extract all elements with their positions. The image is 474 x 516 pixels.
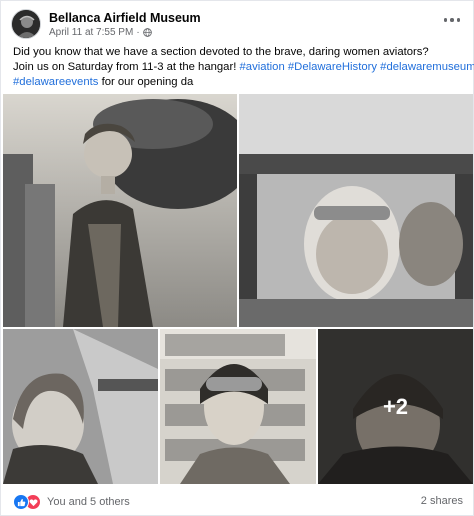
post-footer: You and 5 others 2 shares (1, 485, 474, 516)
reactions-summary[interactable]: You and 5 others (13, 494, 130, 510)
post-timestamp[interactable]: April 11 at 7:55 PM (49, 27, 133, 38)
photo-2[interactable] (239, 94, 473, 327)
hashtag-delawareevents[interactable]: #delawareevents (13, 76, 98, 88)
photo-5[interactable]: +2 (318, 329, 473, 484)
shares-count[interactable]: 2 shares (421, 495, 463, 507)
hashtag-delawaremuseum[interactable]: #delawaremuseum (380, 61, 474, 73)
like-icon (13, 494, 29, 510)
more-photos-overlay[interactable]: +2 (318, 329, 473, 484)
page-name-link[interactable]: Bellanca Airfield Museum (49, 11, 201, 25)
photo-3[interactable] (3, 329, 158, 484)
post-text-truncated: for our opening da (101, 76, 194, 88)
more-photos-count: +2 (382, 393, 409, 419)
post-header: Bellanca Airfield Museum April 11 at 7:5… (1, 1, 474, 45)
post-text-line-2: Join us on Saturday from 11-3 at the han… (13, 60, 474, 75)
dot-icon (456, 18, 461, 22)
reactions-text: You and 5 others (47, 496, 130, 508)
more-options-button[interactable] (441, 13, 463, 27)
photo-1[interactable] (3, 94, 237, 327)
post-text-line-1: Did you know that we have a section devo… (13, 46, 429, 58)
post-text-invite: Join us on Saturday from 11-3 at the han… (13, 61, 237, 73)
dot-icon (450, 18, 454, 22)
page-avatar[interactable] (11, 9, 41, 39)
facebook-post: Bellanca Airfield Museum April 11 at 7:5… (0, 0, 474, 516)
post-meta: April 11 at 7:55 PM · (49, 27, 152, 38)
photo-grid: +2 (1, 93, 474, 485)
hashtag-delawarehistory[interactable]: #DelawareHistory (288, 61, 377, 73)
post-text-line-3: #delawareevents for our opening da (13, 75, 465, 90)
globe-icon (142, 28, 152, 37)
post-text: Did you know that we have a section devo… (13, 45, 474, 90)
hashtag-aviation[interactable]: #aviation (240, 61, 285, 73)
meta-separator: · (136, 27, 140, 38)
dot-icon (443, 18, 448, 22)
photo-4[interactable] (160, 329, 316, 484)
